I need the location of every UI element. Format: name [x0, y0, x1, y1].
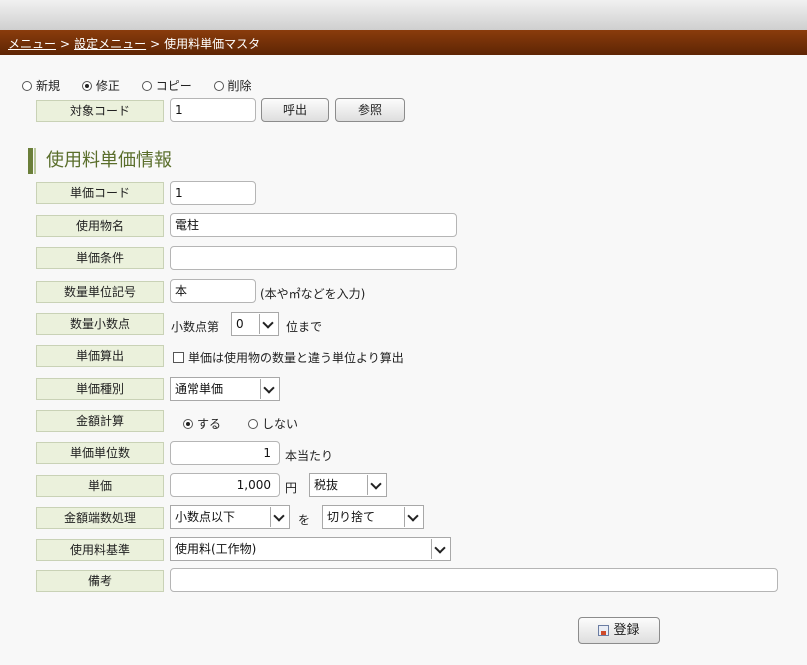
qty-decimal-label: 数量小数点	[36, 313, 164, 335]
unit-qty-input[interactable]: 1	[170, 441, 280, 465]
rounding-label: 金額端数処理	[36, 507, 164, 529]
checkbox-icon	[173, 352, 184, 363]
mode-edit-radio[interactable]: 修正	[81, 79, 120, 93]
breadcrumb-menu-link[interactable]: メニュー	[8, 37, 56, 51]
breadcrumb-current: 使用料単価マスタ	[164, 37, 261, 51]
target-code-input[interactable]: 1	[170, 98, 256, 122]
chevron-down-icon	[270, 507, 288, 527]
unit-price-label: 単価	[36, 475, 164, 497]
qty-decimal-suffix: 位まで	[286, 320, 323, 334]
unit-qty-suffix: 本当たり	[285, 449, 334, 463]
chevron-down-icon	[431, 539, 449, 559]
save-button[interactable]: 登録	[578, 617, 660, 644]
unit-condition-input[interactable]	[170, 246, 457, 270]
radio-selected-icon	[183, 419, 193, 429]
unit-condition-label: 単価条件	[36, 247, 164, 269]
radio-icon	[141, 81, 152, 91]
qty-decimal-select[interactable]: 0	[231, 312, 279, 336]
rounding-target-select[interactable]: 小数点以下	[170, 505, 290, 529]
amount-calc-no-radio[interactable]: しない	[248, 415, 298, 432]
unit-code-label: 単価コード	[36, 182, 164, 204]
floppy-disk-icon	[598, 625, 610, 636]
unit-code-input[interactable]: 1	[170, 181, 256, 205]
qty-unit-hint: (本や㎡などを入力)	[260, 287, 366, 301]
window-top-bar	[0, 0, 807, 30]
mode-copy-radio[interactable]: コピー	[141, 79, 192, 93]
amount-calc-label: 金額計算	[36, 410, 164, 432]
mode-radio-group: 新規 修正 コピー 削除	[22, 77, 270, 94]
breadcrumb-separator: >	[150, 37, 161, 51]
breadcrumb: メニュー > 設定メニュー > 使用料単価マスタ	[0, 30, 807, 55]
chevron-down-icon	[404, 507, 422, 527]
breadcrumb-settings-link[interactable]: 設定メニュー	[74, 37, 146, 51]
call-button[interactable]: 呼出	[261, 98, 329, 122]
mode-new-radio[interactable]: 新規	[22, 79, 60, 93]
unit-qty-label: 単価単位数	[36, 442, 164, 464]
fee-standard-select[interactable]: 使用料(工作物)	[170, 537, 451, 561]
section-title: 使用料単価情報	[46, 150, 172, 171]
unit-type-select[interactable]: 通常単価	[170, 377, 280, 401]
rounding-connector: を	[298, 513, 311, 527]
item-name-label: 使用物名	[36, 215, 164, 237]
chevron-down-icon	[260, 379, 278, 399]
qty-unit-symbol-label: 数量単位記号	[36, 281, 164, 303]
qty-unit-symbol-input[interactable]: 本	[170, 279, 256, 303]
reference-button[interactable]: 参照	[335, 98, 405, 122]
remarks-label: 備考	[36, 570, 164, 592]
unit-type-label: 単価種別	[36, 378, 164, 400]
target-code-label: 対象コード	[36, 100, 164, 122]
chevron-down-icon	[259, 314, 277, 334]
unit-calc-label: 単価算出	[36, 345, 164, 367]
currency-label: 円	[285, 481, 298, 495]
radio-icon	[248, 419, 258, 429]
unit-calc-checkbox[interactable]: 単価は使用物の数量と違う単位より算出	[173, 349, 404, 366]
chevron-down-icon	[367, 475, 385, 495]
unit-price-input[interactable]: 1,000	[170, 473, 280, 497]
radio-icon	[213, 81, 224, 91]
radio-selected-icon	[81, 81, 92, 91]
fee-standard-label: 使用料基準	[36, 539, 164, 561]
item-name-input[interactable]: 電柱	[170, 213, 457, 237]
rounding-method-select[interactable]: 切り捨て	[322, 505, 424, 529]
qty-decimal-prefix: 小数点第	[171, 320, 220, 334]
remarks-input[interactable]	[170, 568, 778, 592]
tax-select[interactable]: 税抜	[309, 473, 387, 497]
mode-delete-radio[interactable]: 削除	[213, 79, 252, 93]
amount-calc-yes-radio[interactable]: する	[183, 415, 221, 432]
radio-icon	[22, 81, 32, 91]
breadcrumb-separator: >	[60, 37, 71, 51]
